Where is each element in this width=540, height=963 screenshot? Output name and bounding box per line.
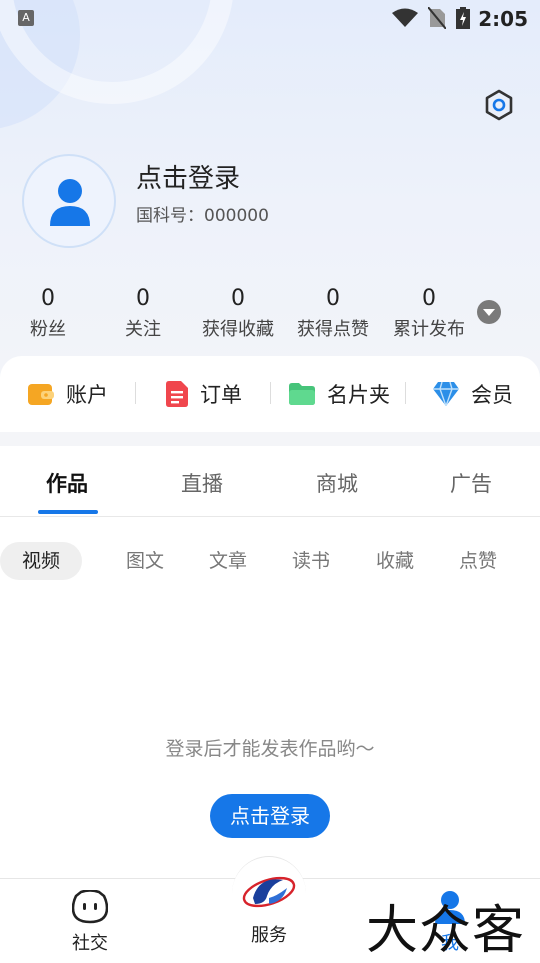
subtab-reading[interactable]: 读书 <box>276 542 346 580</box>
divider <box>405 382 406 404</box>
clock: 2:05 <box>478 7 528 31</box>
wifi-icon <box>392 8 418 27</box>
stat-likes-received[interactable]: 0 获得点赞 <box>283 286 383 341</box>
login-button[interactable]: 点击登录 <box>210 794 330 838</box>
stat-favorites-received[interactable]: 0 获得收藏 <box>188 286 288 341</box>
stat-total-posts[interactable]: 0 累计发布 <box>379 286 479 341</box>
settings-icon <box>485 89 513 121</box>
login-prompt[interactable]: 点击登录 <box>136 158 240 195</box>
active-tab-indicator <box>38 510 98 514</box>
stat-value: 0 <box>326 286 340 311</box>
nav-social[interactable]: 社交 <box>60 889 120 955</box>
stat-label: 获得收藏 <box>202 319 274 340</box>
subtab-likes[interactable]: 点赞 <box>443 542 513 580</box>
quick-action-label: 订单 <box>200 383 242 407</box>
no-sim-icon <box>428 7 446 29</box>
nav-label: 社交 <box>72 933 108 954</box>
cat-face-icon <box>71 889 109 924</box>
diamond-icon <box>433 382 459 406</box>
tab-ads[interactable]: 广告 <box>421 468 521 498</box>
stat-label: 获得点赞 <box>297 319 369 340</box>
tab-live[interactable]: 直播 <box>152 468 252 498</box>
sci-id-label: 国科号： <box>136 206 204 226</box>
stat-value: 0 <box>41 286 55 311</box>
avatar[interactable] <box>22 154 116 248</box>
quick-action-label: 会员 <box>471 383 513 407</box>
subtab-favorites[interactable]: 收藏 <box>360 542 430 580</box>
empty-state-message: 登录后才能发表作品哟～ <box>165 738 375 760</box>
nav-services[interactable]: 服务 <box>236 868 302 947</box>
status-bar: A 2:05 <box>0 0 540 36</box>
stats-row: 0 粉丝 0 关注 0 获得收藏 0 获得点赞 0 累计发布 <box>0 286 540 346</box>
subtabs: 视频 图文 文章 读书 收藏 点赞 <box>0 542 540 582</box>
tab-works[interactable]: 作品 <box>17 468 117 498</box>
expand-stats-button[interactable] <box>477 300 501 324</box>
subtab-image-text[interactable]: 图文 <box>110 542 180 580</box>
settings-button[interactable] <box>482 88 516 122</box>
battery-charging-icon <box>456 7 470 29</box>
section-gap <box>0 432 540 446</box>
quick-action-account[interactable]: 账户 <box>28 376 108 412</box>
sci-id: 国科号：000000 <box>136 201 269 226</box>
quick-action-orders[interactable]: 订单 <box>166 376 242 412</box>
stat-following[interactable]: 0 关注 <box>93 286 193 341</box>
stat-label: 关注 <box>125 319 161 340</box>
sci-id-value: 000000 <box>204 206 269 226</box>
subtab-articles[interactable]: 文章 <box>193 542 263 580</box>
stat-fans[interactable]: 0 粉丝 <box>0 286 98 341</box>
stat-value: 0 <box>136 286 150 311</box>
stat-label: 累计发布 <box>393 319 465 340</box>
wallet-icon <box>28 384 54 405</box>
user-avatar-icon <box>50 179 90 226</box>
watermark: 大众客 <box>366 901 526 961</box>
order-icon <box>166 381 188 407</box>
keyboard-indicator-icon: A <box>18 10 34 26</box>
divider <box>135 382 136 404</box>
folder-icon <box>289 383 315 405</box>
content-tabs: 作品 直播 商城 广告 <box>0 446 540 517</box>
stat-label: 粉丝 <box>30 319 66 340</box>
stat-value: 0 <box>422 286 436 311</box>
nav-label: 服务 <box>251 925 287 946</box>
subtab-video[interactable]: 视频 <box>0 542 82 580</box>
quick-action-card-holder[interactable]: 名片夹 <box>289 376 390 412</box>
quick-action-membership[interactable]: 会员 <box>433 376 513 412</box>
divider <box>270 382 271 404</box>
stat-value: 0 <box>231 286 245 311</box>
logo-icon <box>242 876 296 908</box>
quick-action-label: 账户 <box>66 383 108 407</box>
quick-action-label: 名片夹 <box>327 383 390 407</box>
tab-mall[interactable]: 商城 <box>287 468 387 498</box>
